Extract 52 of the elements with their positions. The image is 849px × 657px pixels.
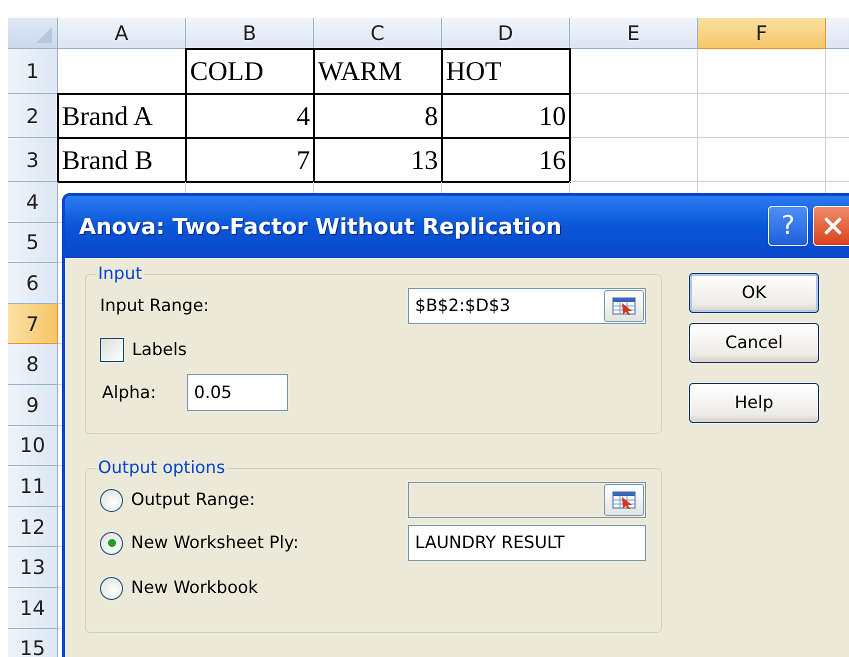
field-value: $B$2:$D$3 (415, 296, 510, 316)
row-header[interactable]: 11 (8, 466, 58, 507)
column-header[interactable]: A (58, 18, 186, 49)
row-header[interactable]: 2 (8, 94, 58, 138)
window-title: Anova: Two-Factor Without Replication (79, 214, 562, 240)
dialog-button[interactable]: Help (689, 383, 819, 423)
checkbox[interactable] (100, 338, 124, 362)
field-label: Input Range: (100, 296, 210, 316)
row-header[interactable]: 15 (8, 628, 58, 657)
close-button[interactable] (813, 206, 849, 246)
row-header[interactable]: 12 (8, 506, 58, 548)
table-cell: COLD (185, 48, 315, 95)
row-header[interactable]: 13 (8, 547, 58, 588)
group-legend: Output options (96, 458, 228, 478)
row-header[interactable]: 1 (8, 49, 58, 94)
column-header[interactable]: E (570, 18, 698, 49)
row-header[interactable]: 9 (8, 384, 58, 426)
table-cell: Brand B (57, 137, 187, 183)
help-button[interactable]: ? (768, 206, 808, 246)
radio-button[interactable] (100, 576, 123, 600)
dialog-button[interactable]: Cancel (689, 323, 819, 363)
range-picker-button[interactable] (604, 290, 644, 322)
row-header[interactable]: 6 (8, 263, 58, 304)
radio-label: New Workbook (131, 578, 258, 598)
alpha-field[interactable]: 0.05 (187, 374, 288, 411)
radio-button[interactable] (100, 532, 123, 554)
row-header[interactable]: 3 (8, 138, 58, 182)
range-select-icon (611, 490, 637, 510)
close-icon (822, 215, 844, 237)
table-cell: HOT (441, 48, 571, 95)
column-header[interactable]: D (442, 18, 570, 49)
column-header[interactable]: F (698, 18, 826, 49)
row-header[interactable]: 14 (8, 588, 58, 629)
row-header[interactable]: 7 (8, 304, 58, 344)
worksheet-name-field[interactable]: LAUNDRY RESULT (408, 525, 646, 561)
field-label: Alpha: (101, 382, 158, 402)
radio-label: New Worksheet Ply: (131, 533, 299, 553)
group-legend: Input (96, 264, 144, 284)
row-header[interactable]: 10 (8, 426, 58, 466)
range-select-icon (611, 296, 637, 316)
radio-label: Output Range: (131, 490, 256, 510)
row-header[interactable]: 8 (8, 344, 58, 385)
row-header[interactable]: 5 (8, 222, 58, 264)
table-cell: 16 (441, 137, 571, 183)
range-field[interactable]: $B$2:$D$3 (408, 288, 646, 324)
column-header[interactable]: C (314, 18, 442, 49)
checkbox-label: Labels (132, 340, 187, 360)
row-header[interactable]: 4 (8, 182, 58, 223)
dialog-button[interactable]: OK (689, 273, 819, 313)
corner-triangle-icon (34, 25, 54, 45)
column-header[interactable]: B (186, 18, 314, 49)
table-cell: Brand A (57, 93, 187, 139)
